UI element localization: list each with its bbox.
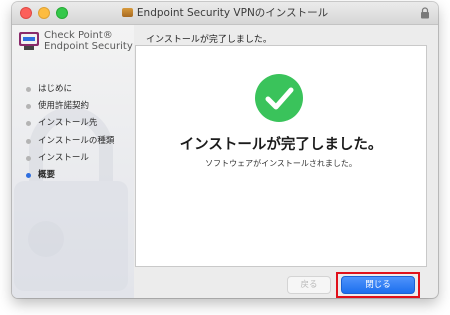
brand: Check Point® Endpoint Security [18, 29, 134, 55]
step-label: はじめに [38, 84, 73, 94]
brand-line-2: Endpoint Security [44, 41, 133, 52]
step-dot-icon [26, 138, 31, 144]
step-label: 使用許諾契約 [38, 101, 90, 112]
close-button-highlight [336, 272, 420, 298]
check-point-logo-icon [19, 32, 39, 50]
installer-window: Endpoint Security VPNのインストール Check Point… [12, 2, 438, 298]
step-label: インストール [38, 152, 89, 163]
title-bar[interactable]: Endpoint Security VPNのインストール [12, 2, 438, 25]
installer-steps: はじめに 使用許諾契約 インストール先 インストールの種類 インストール 概要 [26, 83, 114, 186]
brand-line-1: Check Point® [44, 30, 113, 41]
window-title-text: Endpoint Security VPNのインストール [136, 7, 329, 19]
step-label: インストール先 [38, 118, 98, 129]
checkmark-circle-icon [255, 74, 303, 122]
step-introduction: はじめに [26, 83, 114, 100]
step-label: インストールの種類 [38, 135, 115, 146]
step-dot-icon [26, 155, 31, 161]
step-dot-active-icon [26, 172, 31, 178]
step-destination: インストール先 [26, 117, 114, 134]
step-installation: インストール [26, 152, 114, 169]
content-panel: インストールが完了しました。 ソフトウェアがインストールされました。 [135, 45, 427, 267]
window-title: Endpoint Security VPNのインストール [12, 2, 438, 24]
step-dot-icon [26, 121, 31, 127]
step-installation-type: インストールの種類 [26, 135, 114, 152]
sidebar: Check Point® Endpoint Security はじめに 使用許諾… [12, 25, 134, 298]
step-license: 使用許諾契約 [26, 100, 114, 117]
step-summary: 概要 [26, 169, 114, 186]
package-icon [121, 8, 133, 17]
step-dot-icon [26, 87, 31, 92]
completion-headline: インストールが完了しました。 [179, 137, 383, 153]
step-label: 概要 [38, 169, 56, 180]
lock-icon [421, 7, 429, 19]
back-button[interactable]: 戻る [287, 276, 331, 294]
completion-subtext: ソフトウェアがインストールされました。 [205, 159, 357, 168]
page-header: インストールが完了しました。 [146, 35, 272, 45]
step-dot-icon [26, 104, 31, 110]
